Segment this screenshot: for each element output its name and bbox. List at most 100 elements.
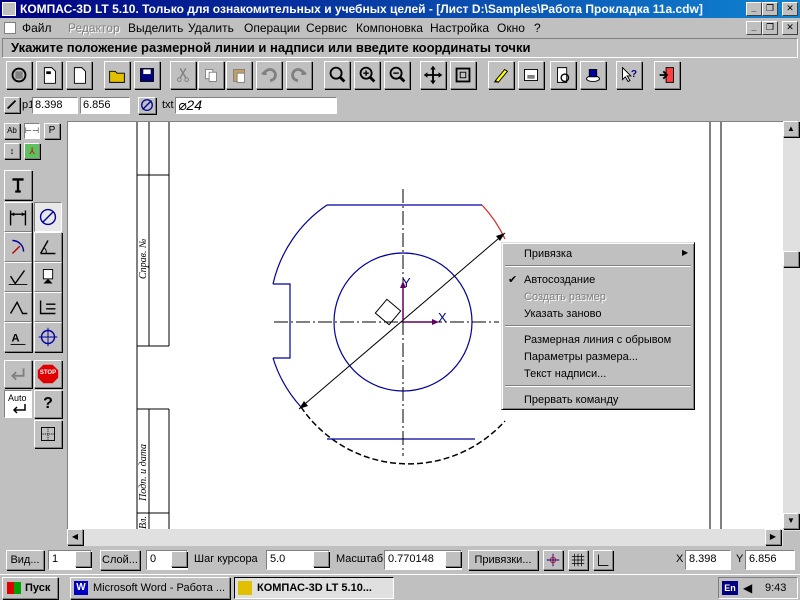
doc-minimize-button[interactable]: _ (746, 21, 762, 35)
ctx-broken-dim-line[interactable]: Размерная линия с обрывом (524, 334, 671, 346)
chevron-down-icon[interactable] (445, 551, 461, 567)
redo-button[interactable] (286, 61, 312, 89)
dimension-text-field[interactable]: ⌀24 (175, 97, 337, 114)
scroll-down-button[interactable]: ▼ (783, 513, 799, 529)
vertical-scrollbar[interactable]: ▲ ▼ (783, 121, 800, 531)
app-icon[interactable] (2, 2, 16, 16)
save-button[interactable] (134, 61, 160, 89)
angular-dim-button[interactable] (34, 232, 62, 262)
vertical-scroll-thumb[interactable] (783, 251, 799, 267)
text-tool-button[interactable] (4, 170, 32, 200)
point-toggle-button[interactable] (4, 97, 20, 113)
new-sheet-button[interactable] (66, 61, 92, 89)
exit-button[interactable] (654, 61, 680, 89)
menu-window[interactable]: Окно (497, 21, 525, 35)
context-help-button[interactable]: ? (616, 61, 642, 89)
cursor-step-select[interactable]: 5.0 (266, 550, 330, 570)
tab-edit[interactable]: ↕ (4, 143, 20, 159)
task-kompas[interactable]: КОМПАС-3D LT 5.10... (234, 577, 394, 599)
open-button[interactable] (104, 61, 130, 89)
menu-operations[interactable]: Операции (244, 21, 300, 35)
sheet-button[interactable] (518, 61, 544, 89)
zoom-button[interactable] (324, 61, 350, 89)
horizontal-scrollbar[interactable]: ◀ ▶ (67, 529, 783, 546)
enter-arrow-icon (11, 368, 25, 381)
language-indicator[interactable]: En (722, 581, 738, 595)
menu-layout[interactable]: Компоновка (356, 21, 423, 35)
maximize-button[interactable]: ❐ (762, 2, 778, 16)
document-icon[interactable] (4, 22, 16, 34)
radial-dim-button[interactable] (4, 232, 32, 262)
pan-button[interactable] (420, 61, 446, 89)
scale-select[interactable]: 0.770148 (384, 550, 462, 570)
zoom-out-button[interactable] (384, 61, 410, 89)
apply-button[interactable] (4, 360, 32, 388)
help-button[interactable]: ? (34, 390, 62, 418)
doc-restore-button[interactable]: ❐ (762, 21, 778, 35)
ctx-auto-create[interactable]: Автосоздание (524, 274, 595, 286)
tab-params[interactable]: P (44, 123, 60, 139)
chevron-down-icon[interactable] (171, 551, 187, 567)
menu-select[interactable]: Выделить (128, 21, 183, 35)
zoom-in-button[interactable] (354, 61, 380, 89)
scroll-left-button[interactable]: ◀ (67, 529, 83, 545)
print-button[interactable] (6, 61, 32, 89)
grid-button[interactable] (568, 550, 588, 570)
chevron-down-icon[interactable] (75, 551, 91, 567)
speaker-icon[interactable]: ◀ (743, 581, 752, 595)
ctx-dim-params[interactable]: Параметры размера... (524, 351, 638, 363)
view-button[interactable]: Вид... (6, 550, 44, 570)
cut-button[interactable] (170, 61, 196, 89)
open-icon (109, 70, 125, 83)
tab-dimensions[interactable]: ⊢⊣ (24, 123, 40, 139)
label-tool-button[interactable]: A (4, 322, 32, 352)
layer-select[interactable]: 0 (146, 550, 188, 570)
p1-y-field[interactable]: 6.856 (80, 97, 130, 114)
task-word[interactable]: W Microsoft Word - Работа ... (70, 577, 230, 599)
title-bar[interactable]: КОМПАС-3D LT 5.10. Только для ознакомите… (0, 0, 800, 18)
base-button[interactable] (34, 262, 62, 292)
view-select[interactable]: 1 (48, 550, 92, 570)
start-button[interactable]: Пуск (2, 577, 58, 599)
layer-button[interactable]: Слой... (100, 550, 140, 570)
undo-button[interactable] (256, 61, 282, 89)
p1-x-field[interactable]: 8.398 (32, 97, 78, 114)
snap-grid-button[interactable] (34, 420, 62, 448)
leader-button[interactable] (4, 292, 32, 322)
ctx-specify-again[interactable]: Указать заново (524, 308, 601, 320)
tab-text[interactable]: Ab (4, 123, 20, 139)
diameter-dim-button[interactable] (34, 202, 62, 232)
linear-dim-button[interactable] (4, 202, 32, 232)
menu-service[interactable]: Сервис (306, 21, 347, 35)
auto-create-button[interactable]: Auto (4, 390, 32, 418)
menu-help[interactable]: ? (534, 21, 541, 35)
close-button[interactable]: ✕ (782, 2, 798, 16)
diameter-toggle-button[interactable] (138, 97, 156, 114)
ortho-button[interactable] (593, 550, 613, 570)
fit-view-button[interactable] (450, 61, 476, 89)
new-document-button[interactable] (36, 61, 62, 89)
minimize-button[interactable]: _ (746, 2, 762, 16)
menu-delete[interactable]: Удалить (188, 21, 234, 35)
paste-button[interactable] (226, 61, 252, 89)
ctx-label-text[interactable]: Текст надписи... (524, 368, 606, 380)
position-leader-button[interactable] (34, 292, 62, 322)
roughness-button[interactable] (4, 262, 32, 292)
pencil-button[interactable] (488, 61, 514, 89)
snap-toggle-button[interactable] (543, 550, 563, 570)
chevron-down-icon[interactable] (313, 551, 329, 567)
doc-close-button[interactable]: ✕ (782, 21, 798, 35)
tab-measure[interactable]: ⅄ (24, 143, 40, 159)
copy-button[interactable] (198, 61, 224, 89)
ctx-snap[interactable]: Привязка (524, 248, 572, 260)
stop-button[interactable]: STOP (34, 360, 62, 388)
preview-button[interactable] (550, 61, 576, 89)
scroll-up-button[interactable]: ▲ (783, 121, 799, 137)
menu-file[interactable]: Файл (22, 21, 52, 35)
snaps-button[interactable]: Привязки... (468, 550, 538, 570)
menu-settings[interactable]: Настройка (430, 21, 489, 35)
layers-button[interactable] (580, 61, 606, 89)
ctx-cancel-command[interactable]: Прервать команду (524, 394, 618, 406)
center-mark-button[interactable] (34, 322, 62, 352)
scroll-right-button[interactable]: ▶ (765, 529, 781, 545)
